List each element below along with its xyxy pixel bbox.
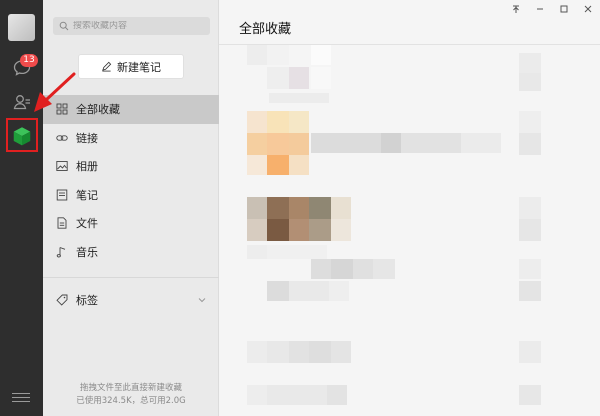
pin-button[interactable] <box>504 0 528 18</box>
maximize-button[interactable] <box>552 0 576 18</box>
search-input[interactable] <box>73 21 203 31</box>
menu-button[interactable] <box>12 390 30 404</box>
window-controls <box>504 0 600 18</box>
note-icon <box>56 189 68 201</box>
menu-icon <box>12 393 30 394</box>
favorite-item-3[interactable] <box>247 197 541 241</box>
storage-footer: 拖拽文件至此直接新建收藏 已使用324.5K，总可用2.0G <box>43 382 219 408</box>
nav-item-files[interactable]: 文件 <box>43 209 219 238</box>
favorite-item-1[interactable] <box>247 45 541 103</box>
nav-item-label: 相册 <box>76 160 98 174</box>
pen-icon <box>102 61 112 72</box>
link-icon <box>56 135 68 141</box>
tag-icon <box>56 294 68 306</box>
drag-hint: 拖拽文件至此直接新建收藏 <box>79 383 182 393</box>
favorites-nav-panel: 新建笔记 全部收藏 链接 相册 <box>43 0 219 416</box>
nav-divider <box>43 277 219 278</box>
search-box[interactable] <box>53 17 210 35</box>
nav-item-links[interactable]: 链接 <box>43 124 219 153</box>
unread-badge: 13 <box>20 54 38 67</box>
left-rail: 13 <box>0 0 43 416</box>
tags-label: 标签 <box>76 294 98 307</box>
favorite-item-4[interactable] <box>247 245 541 301</box>
music-icon <box>56 246 66 258</box>
main-content: 全部收藏 <box>219 0 600 416</box>
close-button[interactable] <box>576 0 600 18</box>
close-icon <box>584 5 592 13</box>
minimize-button[interactable] <box>528 0 552 18</box>
contacts-button[interactable] <box>8 88 35 115</box>
new-note-button[interactable]: 新建笔记 <box>78 54 184 79</box>
minimize-icon <box>537 8 543 10</box>
favorite-item-5[interactable] <box>247 341 541 405</box>
nav-list: 全部收藏 链接 相册 笔记 文件 音乐 <box>43 95 219 266</box>
pin-icon <box>513 5 519 13</box>
nav-item-label: 笔记 <box>76 188 98 202</box>
image-icon <box>56 161 68 172</box>
nav-item-label: 全部收藏 <box>76 103 120 117</box>
nav-item-label: 链接 <box>76 131 98 145</box>
chevron-down-icon <box>198 298 206 303</box>
nav-item-label: 文件 <box>76 217 98 231</box>
contacts-icon <box>13 94 30 109</box>
page-title: 全部收藏 <box>239 22 292 37</box>
blurred-favorites-list <box>247 45 541 405</box>
file-icon <box>57 217 67 229</box>
annotation-highlight-box <box>6 118 38 152</box>
new-note-label: 新建笔记 <box>117 60 161 74</box>
avatar[interactable] <box>8 14 35 41</box>
nav-item-notes[interactable]: 笔记 <box>43 181 219 210</box>
tags-section[interactable]: 标签 <box>43 287 219 313</box>
favorite-item-2[interactable] <box>247 111 541 175</box>
grid-icon <box>56 103 68 115</box>
maximize-icon <box>560 5 568 13</box>
nav-item-all-favorites[interactable]: 全部收藏 <box>43 95 219 124</box>
nav-item-music[interactable]: 音乐 <box>43 238 219 267</box>
nav-item-label: 音乐 <box>76 245 98 259</box>
search-icon <box>59 21 69 31</box>
storage-usage: 已使用324.5K，总可用2.0G <box>76 396 186 406</box>
nav-item-album[interactable]: 相册 <box>43 152 219 181</box>
